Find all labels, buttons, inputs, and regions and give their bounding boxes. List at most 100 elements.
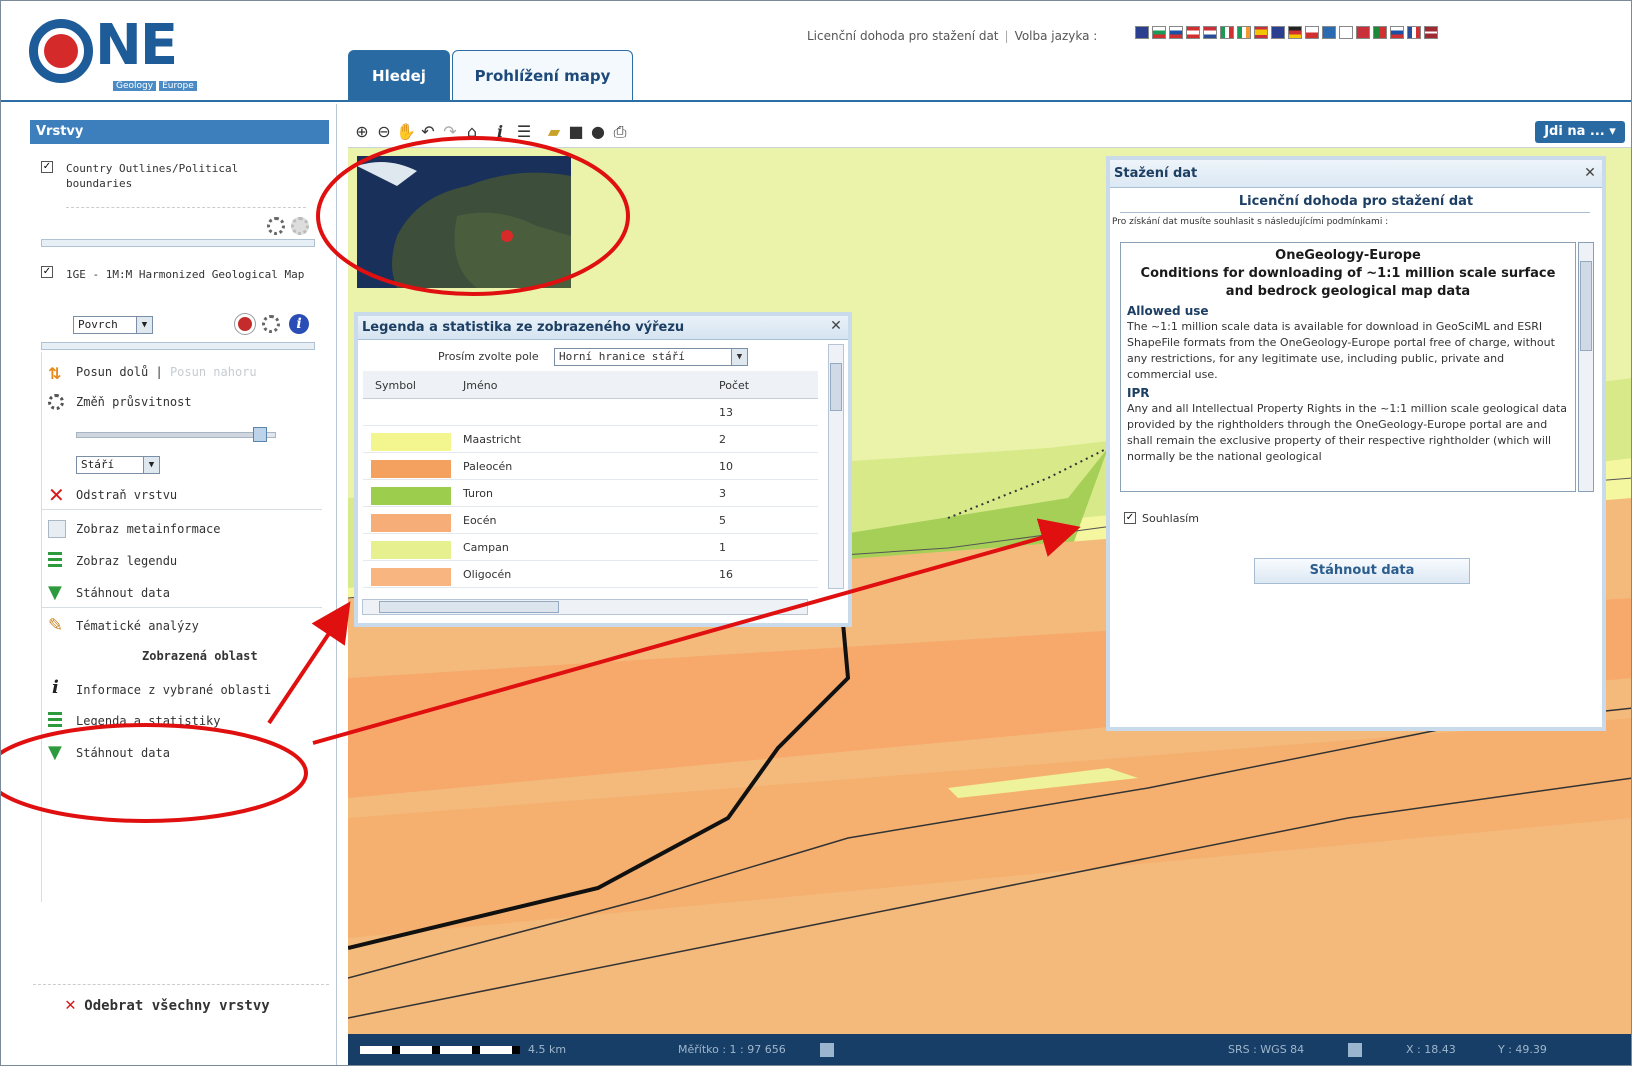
col-name[interactable]: Jméno [463,379,497,392]
logo-sub-europe: Europe [159,81,197,91]
globe-icon[interactable]: ● [588,122,608,142]
download-data-link[interactable]: Stáhnout data [76,586,170,600]
legend-vertical-scrollbar[interactable] [828,344,844,589]
layer-checkbox-country[interactable]: ✓ [41,161,53,173]
flag-lv-icon[interactable] [1424,26,1438,39]
layer-settings-icon[interactable] [267,217,285,235]
col-symbol[interactable]: Symbol [375,379,416,392]
flag-gb-icon[interactable] [1271,26,1285,39]
flag-bg-icon[interactable] [1152,26,1166,39]
field-select[interactable]: Horní hranice stáří ▼ [554,348,748,366]
legend-row[interactable]: #f7ad78 Eocén 5 [363,507,818,534]
app-window: NE Geology Europe Hledej Prohlížení mapy … [0,0,1632,1066]
legend-row[interactable]: 13 [363,399,818,426]
flag-se-icon[interactable] [1322,26,1336,39]
scroll-thumb-h[interactable] [379,601,559,613]
save-icon[interactable]: ■ [566,122,586,142]
undo-icon[interactable]: ↶ [418,122,438,142]
redo-icon[interactable]: ↷ [440,122,460,142]
flag-it-icon[interactable] [1220,26,1234,39]
legend-row[interactable]: #9ccd4c Turon 3 [363,480,818,507]
flag-pt-icon[interactable] [1373,26,1387,39]
srs-label: SRS : WGS 84 [1228,1043,1305,1056]
show-legend-link[interactable]: Zobraz legendu [76,554,177,568]
onegeology-mini-icon[interactable] [235,314,255,334]
flag-fr-icon[interactable] [1407,26,1421,39]
flag-sk-icon[interactable] [1169,26,1183,39]
agree-checkbox[interactable]: ✓ [1124,512,1136,524]
remove-all-layers-button[interactable]: ✕ Odebrat všechny vrstvy [65,994,270,1015]
header: NE Geology Europe Hledej Prohlížení mapy … [1,1,1631,102]
download-data-link-2[interactable]: Stáhnout data [76,746,170,760]
flag-nl-icon[interactable] [1203,26,1217,39]
flag-es-icon[interactable] [1254,26,1268,39]
flag-cz-icon[interactable] [1305,26,1319,39]
layer-checkbox-geology[interactable]: ✓ [41,266,53,278]
remove-layer-link[interactable]: Odstraň vrstvu [76,488,177,502]
tab-map-view[interactable]: Prohlížení mapy [452,50,633,100]
srs-dropdown-icon[interactable] [1348,1043,1362,1057]
ipr-text: Any and all Intellectual Property Rights… [1127,402,1567,463]
scale-dropdown-icon[interactable] [820,1043,834,1057]
scroll-thumb[interactable] [1580,261,1592,351]
legend-row[interactable]: #f3f58e Maastricht 2 [363,426,818,453]
col-count[interactable]: Počet [719,379,749,392]
legend-swatch: #e6f08e [371,541,451,559]
download-data-window: Stažení dat ✕ Licenční dohoda pro stažen… [1106,156,1606,731]
surface-select[interactable]: Povrch ▼ [73,316,153,334]
layer-collapse-bar-2[interactable] [41,342,315,350]
home-icon[interactable]: ⌂ [462,122,482,142]
license-link[interactable]: Licenční dohoda pro stažení dat [807,29,999,43]
info-tool-icon[interactable]: i [490,122,510,142]
chevron-down-icon: ▼ [136,317,152,333]
legend-stats-link[interactable]: Legenda a statistiky [76,714,221,728]
flag-de-icon[interactable] [1288,26,1302,39]
legend-row[interactable]: #e6f08e Campan 1 [363,534,818,561]
license-text-box[interactable]: OneGeology-Europe Conditions for downloa… [1120,242,1576,492]
move-up-link[interactable]: Posun nahoru [170,365,257,379]
goto-button[interactable]: Jdi na ... ▾ [1535,121,1625,143]
flag-uk-icon[interactable] [1135,26,1149,39]
download-data-button[interactable]: Stáhnout data [1254,558,1470,584]
info-italic-icon: i [52,677,59,698]
legend-row[interactable]: #f8b57f Oligocén 16 [363,561,818,588]
tab-search[interactable]: Hledej [348,50,450,100]
opacity-slider-handle[interactable] [252,427,267,442]
info-icon[interactable]: i [289,314,309,334]
layer-settings-icon-2[interactable] [262,315,280,333]
ipr-heading: IPR [1127,386,1150,400]
flag-fi-icon[interactable] [1339,26,1353,39]
close-icon[interactable]: ✕ [1582,166,1598,182]
thematic-analysis-link[interactable]: Tématické analýzy [76,619,199,633]
print-icon[interactable]: ⎙ [610,122,630,142]
flag-at-icon[interactable] [1186,26,1200,39]
area-info-link[interactable]: Informace z vybrané oblasti [76,683,271,697]
zoom-in-icon[interactable]: ⊕ [352,122,372,142]
open-folder-icon[interactable]: ▰ [544,122,564,142]
pan-hand-icon[interactable]: ✋ [396,122,416,142]
move-down-link[interactable]: Posun dolů [76,365,148,379]
close-icon[interactable]: ✕ [828,319,844,335]
scale-bar [360,1046,520,1054]
flag-ie-icon[interactable] [1237,26,1251,39]
legend-tool-icon[interactable]: ☰ [514,122,534,142]
legend-horizontal-scrollbar[interactable] [362,599,808,615]
age-select[interactable]: Stáří ▼ [76,456,160,474]
download-arrow-icon: ▼ [48,742,62,763]
layer-collapse-bar[interactable] [41,239,315,247]
legend-row-name: Turon [463,487,494,500]
legend-row[interactable]: #f4a05e Paleocén 10 [363,453,818,480]
legend-stats-window: Legenda a statistika ze zobrazeného výře… [354,312,852,627]
zoom-out-icon[interactable]: ⊖ [374,122,394,142]
scroll-thumb[interactable] [830,363,842,411]
opacity-slider[interactable] [76,432,276,438]
layer-label-geology: 1GE - 1M:M Harmonized Geological Map [66,268,305,281]
layer-info-icon[interactable] [291,217,309,235]
onegeology-logo[interactable]: NE Geology Europe [29,13,219,95]
license-scrollbar[interactable] [1578,242,1594,492]
overview-minimap[interactable] [357,156,571,288]
flag-dk-icon[interactable] [1356,26,1370,39]
metainfo-link[interactable]: Zobraz metainformace [76,522,221,536]
flag-si-icon[interactable] [1390,26,1404,39]
legend-icon [48,712,62,730]
